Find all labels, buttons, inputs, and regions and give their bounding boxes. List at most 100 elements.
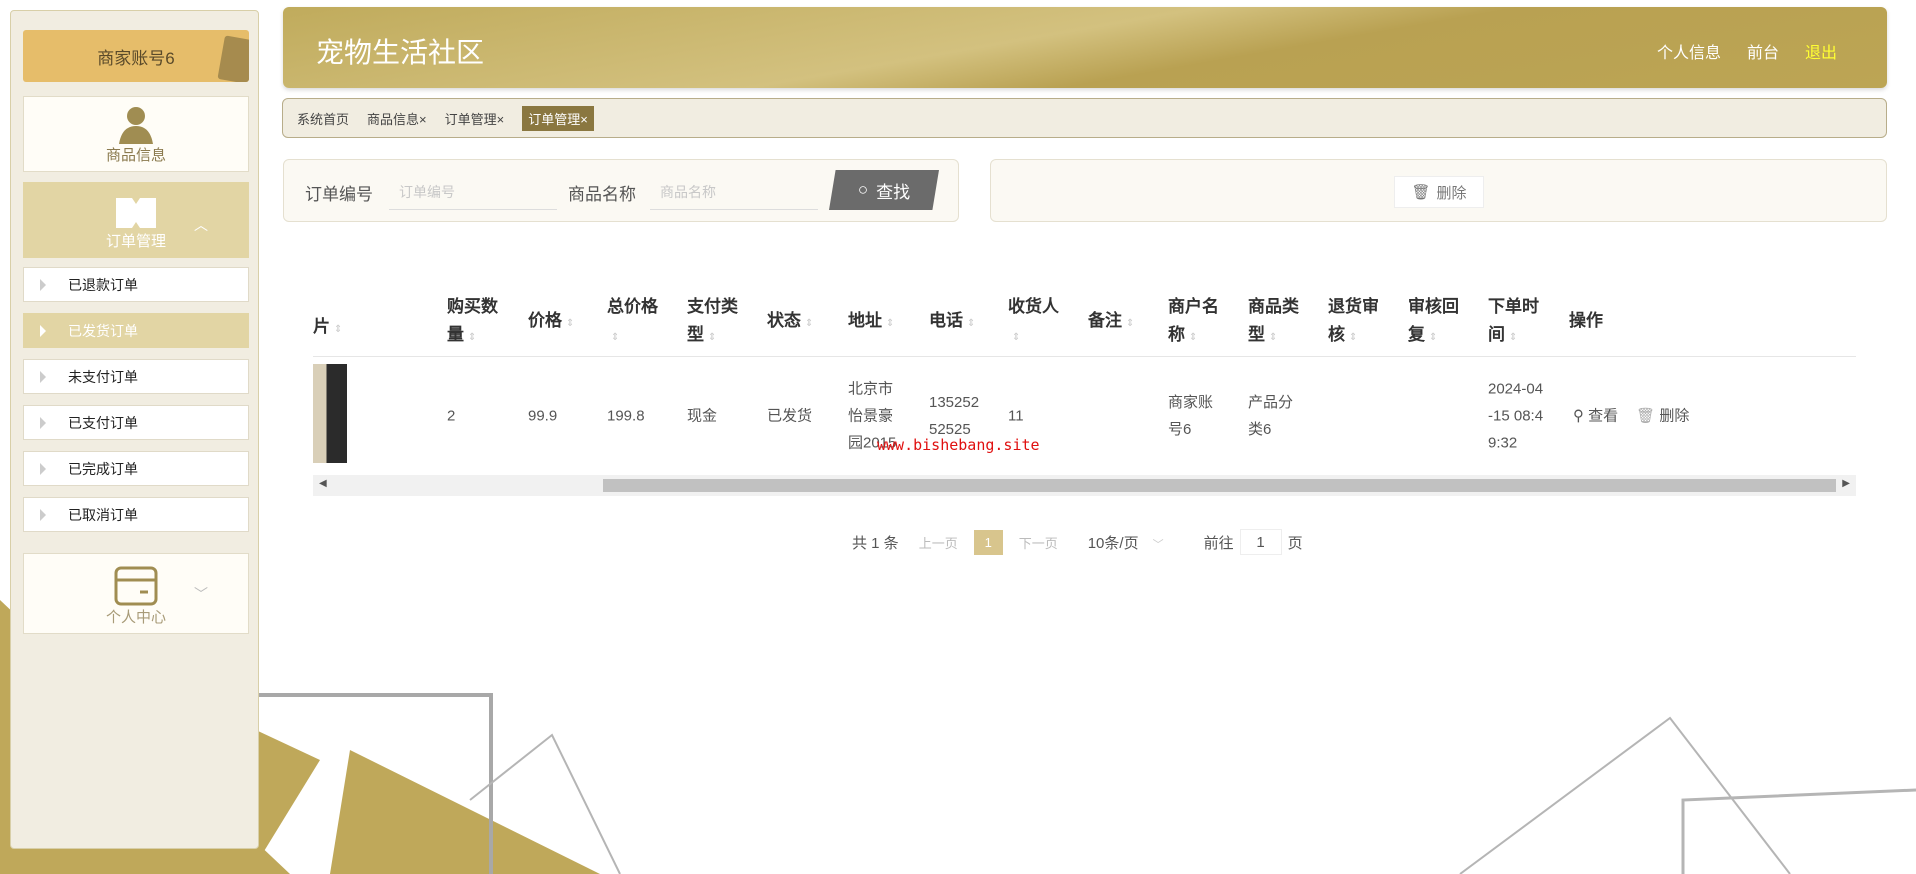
col-pay-type[interactable]: 支付类型⇕	[687, 293, 747, 352]
product-name-input[interactable]: 商品名称	[650, 172, 818, 210]
sort-icon[interactable]: ⇕	[1429, 332, 1437, 343]
close-icon[interactable]: ×	[419, 112, 427, 127]
col-image[interactable]: 片⇕	[313, 313, 373, 344]
col-label: 电话	[929, 311, 963, 330]
close-icon[interactable]: ×	[497, 112, 505, 127]
col-merchant[interactable]: 商户名称⇕	[1168, 293, 1228, 352]
sub-item-unpaid[interactable]: 未支付订单	[23, 359, 249, 394]
sub-item-paid[interactable]: 已支付订单	[23, 405, 249, 440]
watermark: www.bishebang.site	[877, 436, 1040, 454]
link-frontend[interactable]: 前台	[1747, 39, 1779, 63]
sort-icon[interactable]: ⇕	[1349, 332, 1357, 343]
triangle-icon	[40, 279, 46, 291]
delete-button[interactable]: 🗑删除	[1394, 176, 1484, 208]
page-size-select[interactable]: 10条/页 ﹀	[1088, 532, 1164, 553]
col-label: 收货人	[1008, 297, 1059, 316]
action-panel: 🗑删除	[990, 159, 1887, 222]
link-logout[interactable]: 退出	[1805, 39, 1837, 63]
menu-order-management[interactable]: 订单管理 ︿	[23, 182, 249, 258]
top-header: 宠物生活社区 个人信息 前台 退出	[283, 7, 1887, 88]
col-remark[interactable]: 备注⇕	[1088, 307, 1148, 338]
col-order-time[interactable]: 下单时间⇕	[1488, 293, 1548, 352]
cell-status: 已发货	[767, 403, 827, 430]
sort-icon[interactable]: ⇕	[566, 318, 574, 329]
page-1-button[interactable]: 1	[974, 530, 1003, 555]
menu-product-info[interactable]: 商品信息	[23, 96, 249, 172]
sort-icon[interactable]: ⇕	[967, 318, 975, 329]
col-label: 地址	[848, 311, 882, 330]
link-profile[interactable]: 个人信息	[1657, 39, 1721, 63]
menu-label: 商品信息	[106, 144, 166, 165]
col-qty[interactable]: 购买数量⇕	[447, 293, 507, 352]
table-header: 片⇕ 购买数量⇕ 价格⇕ 总价格 ⇕ 支付类型⇕ 状态 ⇕ 地址 ⇕ 电话 ⇕ 收货人 ⇕…	[313, 287, 1856, 357]
cell-total: 199.8	[607, 403, 667, 430]
menu-label: 订单管理	[106, 230, 166, 251]
col-actions: 操作	[1569, 307, 1629, 335]
sort-icon[interactable]: ⇕	[611, 332, 619, 343]
horizontal-scrollbar[interactable]: ◀ ▶	[313, 475, 1856, 496]
sort-icon[interactable]: ⇕	[1189, 332, 1197, 343]
sub-item-refunded[interactable]: 已退款订单	[23, 267, 249, 302]
delete-label: 删除	[1437, 182, 1467, 203]
sub-item-shipped[interactable]: 已发货订单	[23, 313, 249, 348]
col-label: 总价格	[607, 297, 658, 316]
scroll-left-icon[interactable]: ◀	[319, 478, 327, 489]
sub-item-label: 已完成订单	[68, 459, 138, 479]
col-total[interactable]: 总价格 ⇕	[607, 293, 667, 352]
tab-product-info[interactable]: 商品信息×	[367, 109, 427, 128]
row-delete-button[interactable]: 🗑 删除	[1636, 403, 1689, 430]
menu-personal-center[interactable]: 个人中心 ﹀	[23, 553, 249, 634]
col-label: 状态	[767, 311, 801, 330]
search-icon: ○	[858, 180, 868, 200]
tab-order-management-active[interactable]: 订单管理×	[522, 106, 594, 131]
tab-label: 商品信息	[367, 112, 419, 127]
sort-icon[interactable]: ⇕	[334, 324, 342, 335]
order-no-label: 订单编号	[305, 180, 373, 205]
next-page-button[interactable]: 下一页	[1019, 533, 1058, 552]
sort-icon[interactable]: ⇕	[1269, 332, 1277, 343]
chevron-down-icon: ﹀	[194, 584, 208, 604]
sort-icon[interactable]: ⇕	[886, 318, 894, 329]
tab-order-management[interactable]: 订单管理×	[445, 109, 505, 128]
search-button[interactable]: ○ 查找	[829, 170, 939, 210]
goto-page-input[interactable]: 1	[1240, 529, 1282, 555]
col-price[interactable]: 价格⇕	[528, 307, 588, 338]
sort-icon[interactable]: ⇕	[805, 318, 813, 329]
page-size-label: 10条/页	[1088, 535, 1139, 552]
search-button-label: 查找	[876, 178, 910, 203]
prev-page-button[interactable]: 上一页	[919, 533, 958, 552]
col-category[interactable]: 商品类型⇕	[1248, 293, 1308, 352]
col-receiver[interactable]: 收货人 ⇕	[1008, 293, 1068, 352]
sort-icon[interactable]: ⇕	[468, 332, 476, 343]
cell-merchant: 商家账号6	[1168, 389, 1216, 443]
cell-receiver: 11	[1008, 403, 1068, 430]
order-no-input[interactable]: 订单编号	[389, 172, 557, 210]
view-button[interactable]: ⚲ 查看	[1573, 403, 1618, 430]
cell-order-time: 2024-04-15 08:49:32	[1488, 376, 1546, 457]
trash-icon: 🗑	[1636, 408, 1659, 425]
sub-item-cancelled[interactable]: 已取消订单	[23, 497, 249, 532]
scrollbar-thumb[interactable]	[603, 479, 1836, 492]
total-count: 共 1 条	[852, 532, 899, 553]
sort-icon[interactable]: ⇕	[708, 332, 716, 343]
sidebar: 商家账号6 商品信息 订单管理 ︿ 已退款订单 已发货订单 未支付订单 已支付订…	[10, 10, 259, 849]
scroll-right-icon[interactable]: ▶	[1842, 478, 1850, 489]
triangle-icon	[40, 463, 46, 475]
cell-actions: ⚲ 查看 🗑 删除	[1573, 403, 1773, 430]
orders-table: 片⇕ 购买数量⇕ 价格⇕ 总价格 ⇕ 支付类型⇕ 状态 ⇕ 地址 ⇕ 电话 ⇕ 收货人 ⇕…	[313, 287, 1856, 475]
sort-icon[interactable]: ⇕	[1509, 332, 1517, 343]
sub-item-completed[interactable]: 已完成订单	[23, 451, 249, 486]
pagination: 共 1 条 上一页 1 下一页 10条/页﹀ 前往 1 页	[852, 529, 1303, 555]
col-status[interactable]: 状态 ⇕	[767, 307, 827, 338]
chevron-down-icon: ﹀	[1153, 539, 1164, 551]
col-audit-reply[interactable]: 审核回复⇕	[1408, 293, 1468, 352]
col-phone[interactable]: 电话 ⇕	[929, 307, 989, 338]
col-address[interactable]: 地址 ⇕	[848, 307, 908, 338]
sort-icon[interactable]: ⇕	[1126, 318, 1134, 329]
sort-icon[interactable]: ⇕	[1012, 332, 1020, 343]
user-icon	[116, 104, 156, 144]
close-icon[interactable]: ×	[580, 112, 588, 127]
col-return-audit[interactable]: 退货审核⇕	[1328, 293, 1388, 352]
cell-pay-type: 现金	[687, 403, 747, 430]
tab-home[interactable]: 系统首页	[297, 109, 349, 128]
